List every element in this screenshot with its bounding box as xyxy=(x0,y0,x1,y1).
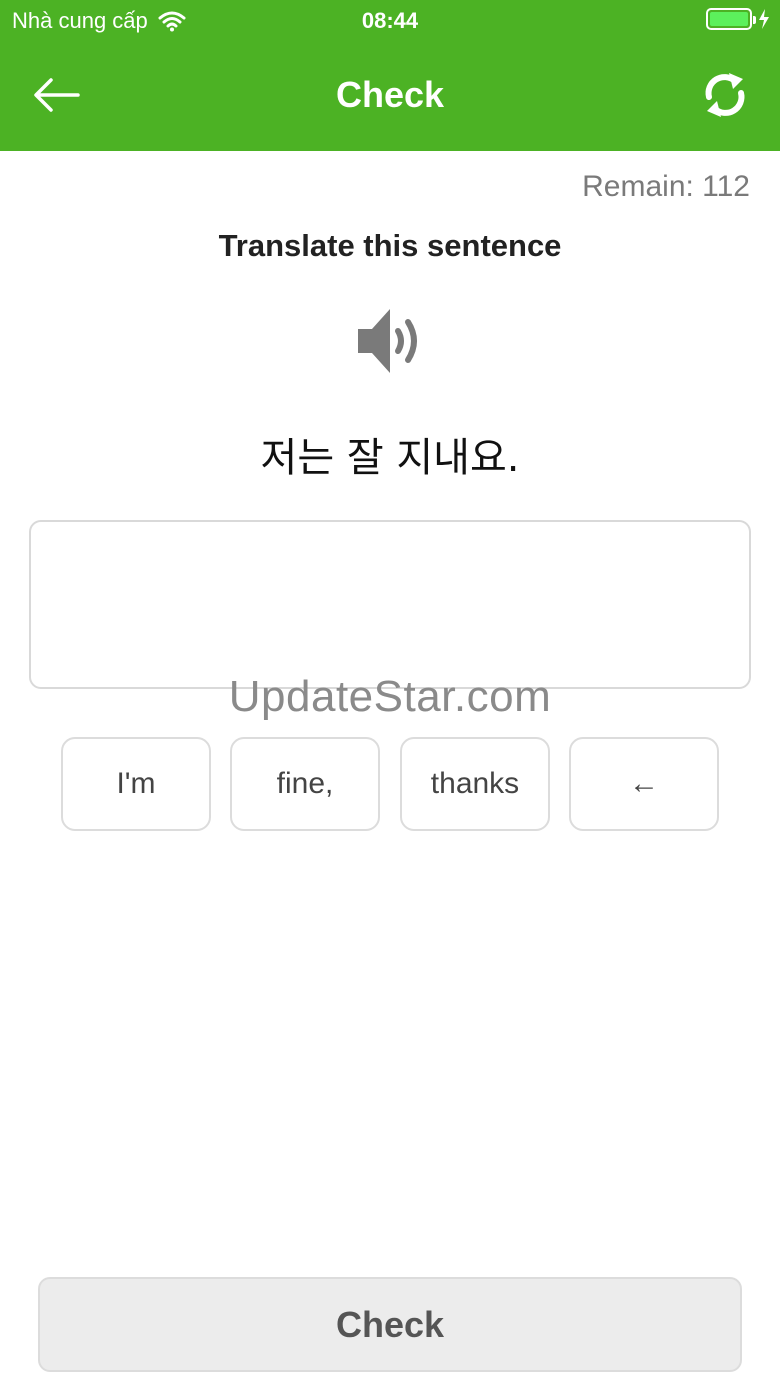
battery-group xyxy=(706,8,770,30)
backspace-button[interactable]: ← xyxy=(569,737,719,831)
instruction-heading: Translate this sentence xyxy=(218,228,562,263)
nav-bar: Check xyxy=(0,40,780,151)
status-bar: Nhà cung cấp 08:44 xyxy=(0,0,780,40)
charging-bolt-icon xyxy=(759,9,769,29)
check-button[interactable]: Check xyxy=(38,1277,742,1372)
speaker-icon[interactable] xyxy=(354,305,426,377)
word-chip-thanks[interactable]: thanks xyxy=(400,737,550,831)
battery-fill xyxy=(710,12,748,26)
top-bar: Nhà cung cấp 08:44 Check xyxy=(0,0,780,151)
source-sentence: 저는 잘 지내요. xyxy=(260,435,520,481)
word-chip-im[interactable]: I'm xyxy=(61,737,211,831)
battery-icon xyxy=(706,8,756,30)
remain-counter: Remain: 112 xyxy=(582,170,750,203)
page-title: Check xyxy=(335,74,445,115)
word-chip-fine[interactable]: fine, xyxy=(230,737,380,831)
answer-field[interactable] xyxy=(29,520,751,689)
refresh-button[interactable] xyxy=(698,68,752,122)
watermark-text: UpdateStar.com xyxy=(228,672,552,721)
status-time: 08:44 xyxy=(361,8,419,33)
refresh-icon xyxy=(705,73,745,117)
